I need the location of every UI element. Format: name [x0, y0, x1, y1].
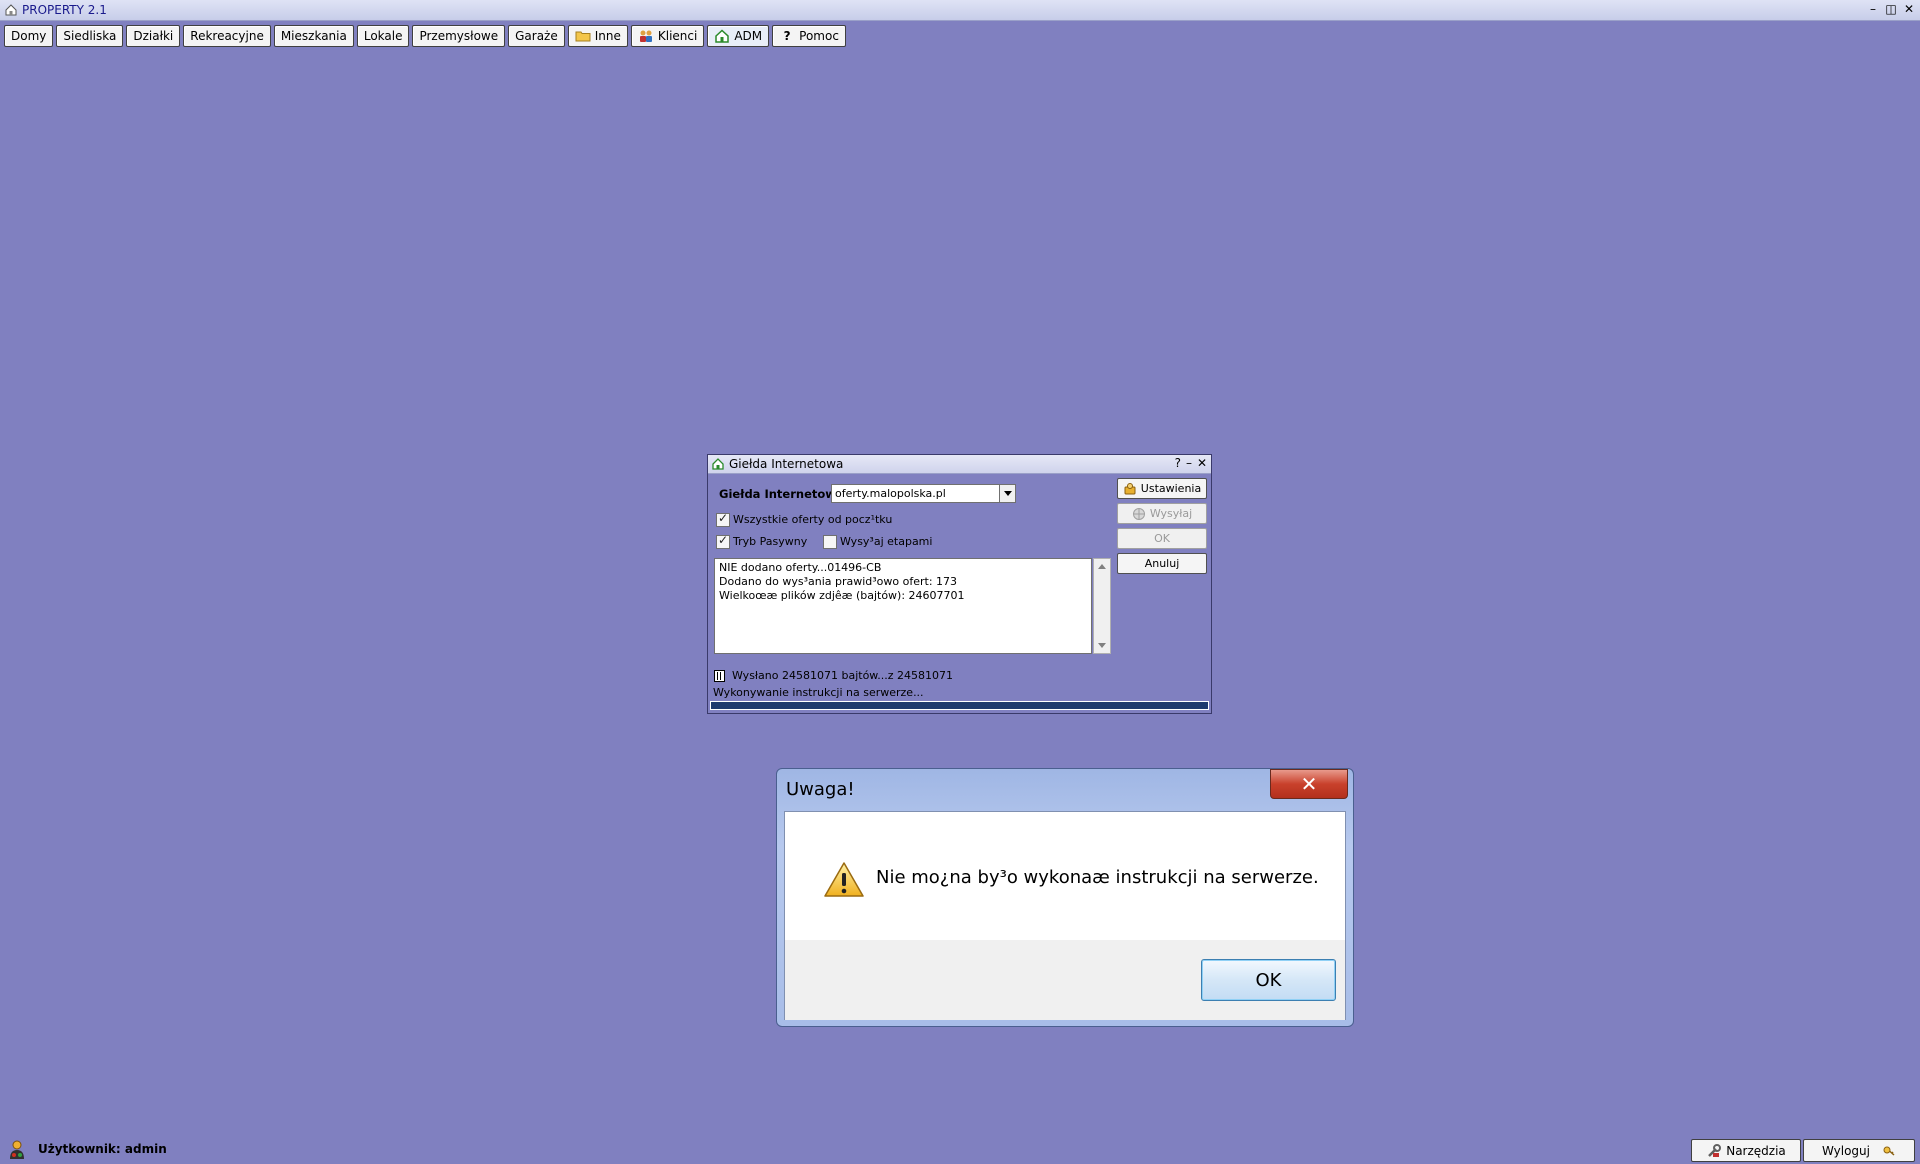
settings-label: Ustawienia [1140, 482, 1202, 495]
send-button[interactable]: Wysyłaj [1117, 503, 1207, 524]
toolbar-button-klienci[interactable]: Klienci [630, 25, 705, 47]
close-button[interactable]: ✕ [1902, 2, 1916, 16]
toolbar-label: Przemysłowe [419, 29, 499, 43]
dialog-message: Nie mo¿na by³o wykonaæ instrukcji na ser… [876, 867, 1319, 888]
tools-icon [1708, 1143, 1722, 1157]
toolbar-button-lokale[interactable]: Lokale [356, 25, 410, 47]
toolbar-button-dzialki[interactable]: Działki [126, 25, 181, 47]
log-textarea[interactable]: NIE dodano oferty...01496-CB Dodano do w… [714, 558, 1092, 654]
warning-icon [824, 862, 864, 897]
tools-button[interactable]: Narzędzia [1691, 1139, 1801, 1162]
home-icon [715, 29, 730, 43]
gielda-minimize-button[interactable]: – [1186, 456, 1192, 470]
settings-button[interactable]: Ustawienia [1117, 478, 1207, 499]
app-title: PROPERTY 2.1 [22, 3, 107, 17]
pause-icon[interactable] [714, 670, 725, 682]
dialog-close-button[interactable]: ✕ [1270, 769, 1348, 799]
app-home-icon [5, 4, 17, 16]
toolbar-button-mieszkania[interactable]: Mieszkania [273, 25, 354, 47]
toolbar-label: ADM [734, 29, 763, 43]
toolbar-label: Działki [133, 29, 174, 43]
log-line: Dodano do wys³ania prawid³owo ofert: 173 [719, 575, 958, 588]
window-controls: – ◫ ✕ [1866, 2, 1916, 16]
scroll-up-icon[interactable] [1098, 564, 1106, 569]
maximize-button[interactable]: ◫ [1884, 2, 1898, 16]
dialog-body: Nie mo¿na by³o wykonaæ instrukcji na ser… [784, 811, 1346, 1020]
status-text: Wykonywanie instrukcji na serwerze... [713, 686, 924, 699]
toolbar-label: Siedliska [63, 29, 117, 43]
gielda-close-button[interactable]: ✕ [1197, 456, 1207, 470]
logout-label: Wyloguj [1822, 1143, 1870, 1158]
passive-mode-checkbox[interactable] [716, 533, 730, 549]
dialog-ok-label: OK [1255, 969, 1282, 991]
user-icon [10, 1140, 24, 1159]
tools-label: Narzędzia [1726, 1143, 1786, 1158]
warning-dialog: Uwaga! ✕ Nie mo¿na by³o wykonaæ instrukc… [776, 768, 1354, 1027]
app-titlebar: PROPERTY 2.1 – ◫ ✕ [0, 0, 1920, 21]
all-offers-label: Wszystkie oferty od pocz¹tku [733, 513, 893, 526]
progress-bar [710, 701, 1209, 710]
toolbar-label: Mieszkania [280, 29, 347, 43]
toolbar-label: Domy [11, 29, 47, 43]
toolbar-button-adm[interactable]: ADM [707, 25, 770, 47]
toolbar-label: Inne [594, 29, 621, 43]
ok-label: OK [1154, 532, 1170, 545]
send-label: Wysyłaj [1149, 507, 1193, 520]
toolbar-label: Rekreacyjne [190, 29, 264, 43]
toolbar-label: Garaże [515, 29, 558, 43]
toolbar-button-przemyslowe[interactable]: Przemysłowe [412, 25, 506, 47]
current-user: Użytkownik: admin [38, 1142, 167, 1156]
gielda-help-button[interactable]: ? [1175, 456, 1181, 470]
chevron-down-icon[interactable] [999, 485, 1015, 502]
settings-icon [1124, 482, 1136, 494]
users-icon [639, 30, 652, 42]
dialog-ok-button[interactable]: OK [1201, 959, 1336, 1001]
gielda-title: Giełda Internetowa [729, 457, 844, 471]
cancel-button[interactable]: Anuluj [1117, 553, 1207, 574]
exchange-label: Giełda Internetowa: [719, 487, 849, 501]
send-in-stages-checkbox[interactable] [823, 535, 837, 549]
gielda-home-icon [712, 458, 724, 470]
toolbar-button-siedliska[interactable]: Siedliska [56, 25, 124, 47]
logout-button[interactable]: Wyloguj [1803, 1139, 1915, 1162]
gielda-titlebar: Giełda Internetowa ? – ✕ [708, 455, 1211, 474]
folder-icon [575, 31, 591, 42]
sent-bytes-text: Wysłano 24581071 bajtów...z 24581071 [732, 669, 954, 682]
ok-button[interactable]: OK [1117, 528, 1207, 549]
toolbar-button-pomoc[interactable]: ? Pomoc [772, 25, 846, 47]
toolbar-button-rekreacyjne[interactable]: Rekreacyjne [183, 25, 271, 47]
main-toolbar: Domy Siedliska Działki Rekreacyjne Miesz… [4, 25, 846, 47]
key-icon [1883, 1146, 1895, 1156]
log-line: NIE dodano oferty...01496-CB [719, 561, 882, 574]
help-icon: ? [783, 29, 791, 43]
toolbar-button-garaze[interactable]: Garaże [508, 25, 565, 47]
send-in-stages-label: Wysy³aj etapami [840, 535, 933, 548]
minimize-button[interactable]: – [1866, 2, 1880, 16]
toolbar-label: Pomoc [799, 29, 839, 43]
toolbar-button-domy[interactable]: Domy [4, 25, 54, 47]
exchange-select[interactable]: oferty.malopolska.pl [831, 484, 1016, 503]
log-scrollbar[interactable] [1093, 558, 1111, 654]
toolbar-button-inne[interactable]: Inne [567, 25, 628, 47]
toolbar-label: Klienci [657, 29, 698, 43]
gielda-window: Giełda Internetowa ? – ✕ Giełda Internet… [707, 454, 1212, 714]
gielda-controls: ? – ✕ [1175, 456, 1207, 470]
toolbar-label: Lokale [363, 29, 403, 43]
all-offers-checkbox[interactable] [716, 511, 730, 527]
log-line: Wielkoœæ plików zdjêæ (bajtów): 24607701 [719, 589, 965, 602]
passive-mode-label: Tryb Pasywny [733, 535, 808, 548]
dialog-title: Uwaga! [786, 779, 855, 800]
close-icon: ✕ [1300, 772, 1318, 796]
cancel-label: Anuluj [1144, 557, 1180, 570]
globe-icon [1132, 507, 1145, 520]
exchange-value: oferty.malopolska.pl [835, 487, 946, 500]
scroll-down-icon[interactable] [1098, 643, 1106, 648]
